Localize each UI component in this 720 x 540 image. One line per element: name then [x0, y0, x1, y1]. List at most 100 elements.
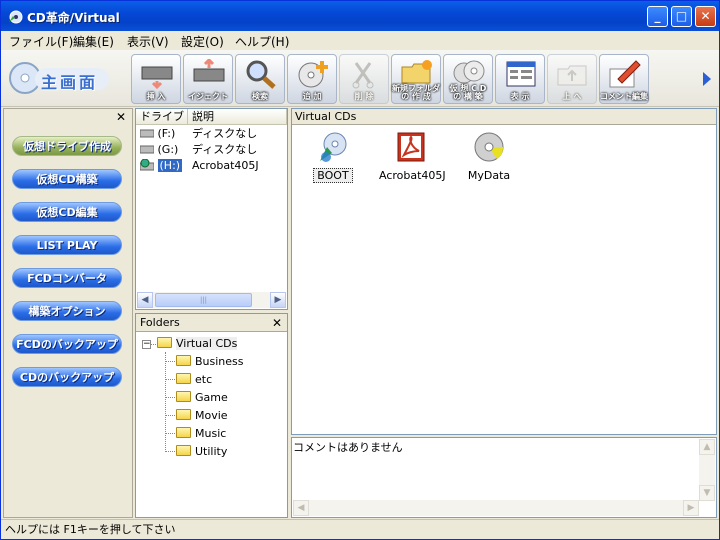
tree-item-label: Movie: [195, 409, 228, 422]
acrobat-icon: [397, 132, 425, 162]
up-folder-button[interactable]: 上 へ: [547, 54, 597, 104]
toolbar: 主画面 挿 入 イジェクト 検索 追 加 削 除 新規フォルダ の 作 成 仮 …: [1, 50, 719, 107]
maximize-button[interactable]: □: [671, 6, 692, 27]
insert-drive-icon: [141, 66, 173, 89]
tree-item-label: Utility: [195, 445, 228, 458]
menu-file[interactable]: ファイル(F): [9, 33, 73, 50]
folders-close-icon[interactable]: ✕: [272, 314, 282, 332]
tree-item-utility[interactable]: Utility: [176, 443, 227, 460]
new-folder-button[interactable]: 新規フォルダ の 作 成: [391, 54, 441, 104]
cd-backup-button[interactable]: CDのバックアップ: [12, 367, 122, 387]
folder-icon: [176, 427, 191, 438]
delete-button[interactable]: 削 除: [339, 54, 389, 104]
folder-icon: [176, 391, 191, 402]
create-virtual-drive-button[interactable]: 仮想ドライブ作成: [12, 136, 122, 156]
left-panel-close-icon[interactable]: ✕: [116, 110, 126, 124]
view-label: 表 示: [510, 92, 530, 101]
edit-comment-button[interactable]: コメント編集: [599, 54, 649, 104]
eject-icon: [193, 59, 225, 82]
view-button[interactable]: 表 示: [495, 54, 545, 104]
menu-settings[interactable]: 設定(O): [181, 33, 224, 50]
minimize-button[interactable]: _: [647, 6, 668, 27]
menu-view[interactable]: 表示(V): [127, 33, 169, 50]
search-button[interactable]: 検索: [235, 54, 285, 104]
window-title: CD革命/Virtual: [27, 11, 120, 25]
insert-button[interactable]: 挿 入: [131, 54, 181, 104]
drive-description: Acrobat405J: [192, 159, 259, 172]
tree-item-etc[interactable]: etc: [176, 371, 212, 388]
status-bar: ヘルプには F1キーを押して下さい: [1, 519, 719, 539]
tree-item-music[interactable]: Music: [176, 425, 226, 442]
close-button[interactable]: ✕: [695, 6, 716, 27]
scroll-left-button[interactable]: ◀: [293, 500, 309, 516]
scroll-up-button[interactable]: ▲: [699, 439, 715, 455]
drive-list: ドライブ 説明 (F:) ディスクなし (G:) ディスクなし (H:) Acr…: [135, 108, 288, 310]
drive-list-horizontal-scrollbar[interactable]: ◀ ||| ▶: [137, 292, 286, 308]
scroll-right-button[interactable]: ▶: [683, 500, 699, 516]
magnifier-icon: [246, 60, 276, 89]
fcd-backup-button[interactable]: FCDのバックアップ: [12, 334, 122, 354]
drive-column-header[interactable]: ドライブ: [136, 109, 188, 125]
virtual-cd-item[interactable]: MyData: [454, 131, 524, 182]
add-cd-icon: [298, 61, 328, 88]
virtual-cd-item[interactable]: BOOT: [298, 131, 368, 183]
main-screen-logo[interactable]: 主画面: [7, 56, 111, 100]
tree-collapse-icon[interactable]: −: [142, 340, 151, 349]
delete-icon: [352, 62, 374, 89]
insert-label: 挿 入: [146, 92, 166, 101]
scroll-right-button[interactable]: ▶: [270, 292, 286, 308]
drive-letter: (G:): [157, 143, 179, 156]
list-play-button[interactable]: LIST PLAY: [12, 235, 122, 255]
build-cd-button[interactable]: 仮 想 C D の 構 築: [443, 54, 493, 104]
scroll-down-button[interactable]: ▼: [699, 485, 715, 501]
drive-description: ディスクなし: [192, 127, 258, 140]
tree-item-movie[interactable]: Movie: [176, 407, 228, 424]
build-options-button[interactable]: 構築オプション: [12, 301, 122, 321]
edit-comment-label: コメント編集: [600, 92, 648, 101]
edit-comment-icon: [609, 60, 641, 88]
drive-row[interactable]: (G:) ディスクなし: [139, 142, 257, 158]
fcd-converter-button[interactable]: FCDコンバータ: [12, 268, 122, 288]
drive-row[interactable]: (F:) ディスクなし: [139, 126, 257, 142]
drive-description: ディスクなし: [192, 143, 258, 156]
tree-connector: [165, 352, 166, 452]
mounted-drive-icon: [139, 158, 155, 171]
tree-connector: [165, 379, 175, 380]
folder-icon: [176, 409, 191, 420]
up-folder-label: 上 へ: [562, 92, 582, 101]
scroll-thumb[interactable]: |||: [155, 293, 252, 307]
search-label: 検索: [252, 92, 268, 101]
folder-icon: [176, 445, 191, 456]
drive-letter: (H:): [157, 159, 183, 172]
description-column-header[interactable]: 説明: [188, 109, 287, 125]
tree-item-label: Music: [195, 427, 227, 440]
scroll-left-button[interactable]: ◀: [137, 292, 153, 308]
tree-item-game[interactable]: Game: [176, 389, 228, 406]
boot-cd-icon: [320, 132, 347, 162]
toolbar-more-arrow-icon[interactable]: [701, 70, 713, 88]
virtual-cd-item[interactable]: Acrobat405J: [376, 131, 446, 182]
drive-icon: [139, 129, 155, 138]
comment-horizontal-scrollbar[interactable]: ◀ ▶: [293, 500, 699, 516]
build-virtual-cd-button[interactable]: 仮想CD構築: [12, 169, 122, 189]
edit-virtual-cd-button[interactable]: 仮想CD編集: [12, 202, 122, 222]
tree-root-virtual-cds[interactable]: Virtual CDs: [157, 335, 238, 352]
logo-label: 主画面: [41, 73, 99, 92]
app-window: CD革命/Virtual _ □ ✕ ファイル(F) 編集(E) 表示(V) 設…: [0, 0, 720, 540]
tree-connector: [165, 397, 175, 398]
comment-vertical-scrollbar[interactable]: ▲ ▼: [699, 439, 715, 501]
comment-pane[interactable]: コメントはありません ▲ ▼ ◀ ▶: [291, 437, 717, 518]
eject-button[interactable]: イジェクト: [183, 54, 233, 104]
menu-edit[interactable]: 編集(E): [73, 33, 114, 50]
tree-item-business[interactable]: Business: [176, 353, 244, 370]
menu-help[interactable]: ヘルプ(H): [235, 33, 289, 50]
tree-root-label: Virtual CDs: [176, 337, 238, 350]
new-folder-icon: [401, 60, 432, 84]
left-panel: ✕ 仮想ドライブ作成 仮想CD構築 仮想CD編集 LIST PLAY FCDコン…: [3, 108, 133, 518]
view-icon: [506, 61, 536, 87]
folder-icon: [176, 355, 191, 366]
add-button[interactable]: 追 加: [287, 54, 337, 104]
drive-row[interactable]: (H:) Acrobat405J: [139, 158, 259, 174]
title-bar[interactable]: CD革命/Virtual _ □ ✕: [1, 1, 719, 31]
add-label: 追 加: [302, 92, 322, 101]
